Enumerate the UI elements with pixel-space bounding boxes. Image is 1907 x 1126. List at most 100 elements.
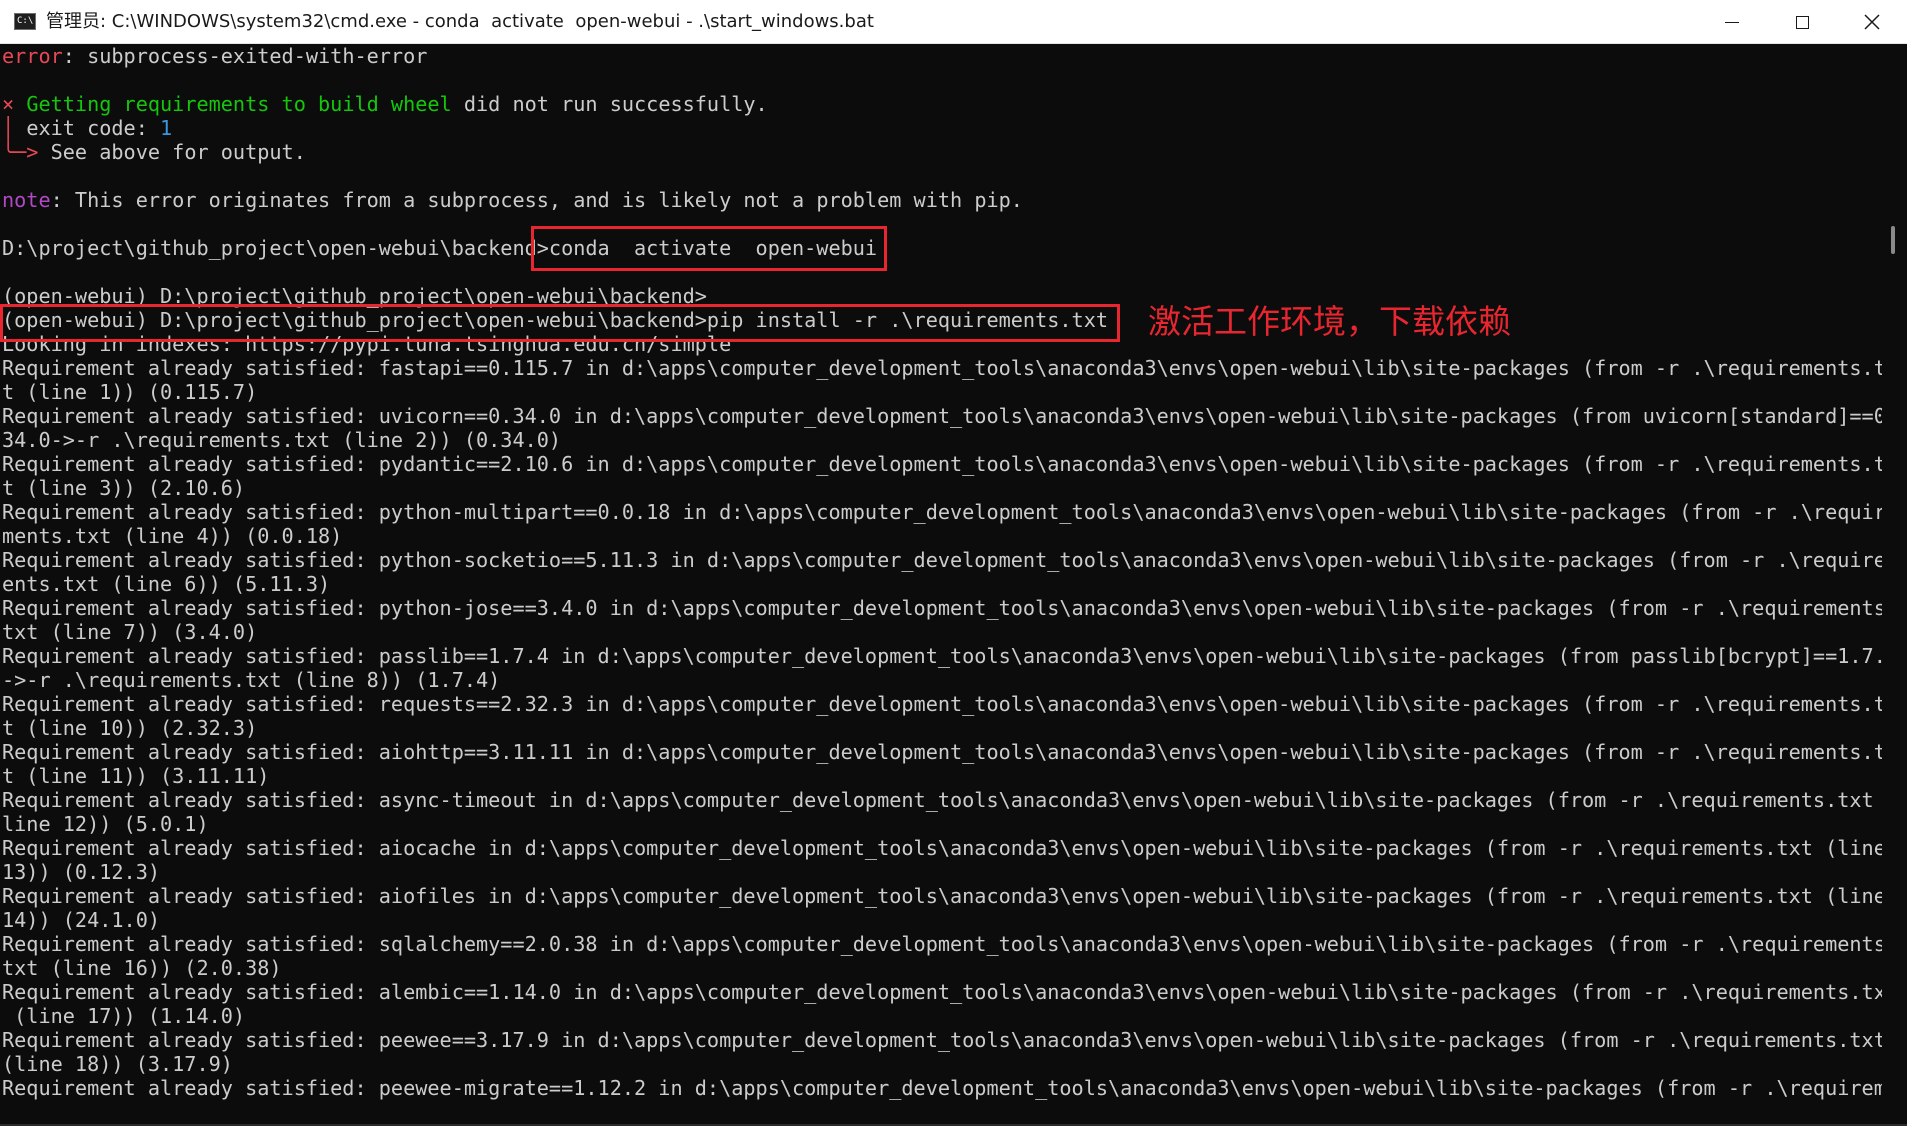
console-text: error: [2, 44, 63, 68]
console-text: Requirement already satisfied: pydantic=…: [2, 452, 1882, 476]
console-line: txt (line 7)) (3.4.0): [2, 620, 1882, 644]
console-line: 13)) (0.12.3): [2, 860, 1882, 884]
console-line: (line 17)) (1.14.0): [2, 1004, 1882, 1028]
cmd-icon[interactable]: C:\: [14, 13, 36, 30]
console-line: Requirement already satisfied: pydantic=…: [2, 452, 1882, 476]
console-line: note: This error originates from a subpr…: [2, 188, 1882, 212]
console-text: ×: [2, 92, 27, 116]
console-text: exit code:: [26, 116, 161, 140]
console-line: Requirement already satisfied: python-so…: [2, 548, 1882, 572]
console-text: Requirement already satisfied: aiocache …: [2, 836, 1882, 860]
console-text: ╰─>: [2, 140, 51, 164]
annotation-label: 激活工作环境，下载依赖: [1148, 302, 1511, 341]
console-line: │ exit code: 1: [2, 116, 1882, 140]
console-text: See above for output.: [50, 140, 306, 164]
minimize-button[interactable]: [1697, 0, 1767, 44]
console-text: : subprocess-exited-with-error: [62, 44, 428, 68]
console-text: : This error originates from a subproces…: [50, 188, 1023, 212]
console-line: line 12)) (5.0.1): [2, 812, 1882, 836]
console-text: Requirement already satisfied: peewee==3…: [2, 1028, 1882, 1052]
maximize-button[interactable]: [1767, 0, 1837, 44]
console-line: txt (line 16)) (2.0.38): [2, 956, 1882, 980]
console-line: ents.txt (line 6)) (5.11.3): [2, 572, 1882, 596]
console-text: Requirement already satisfied: async-tim…: [2, 788, 1882, 812]
console-text: txt (line 16)) (2.0.38): [2, 956, 282, 980]
console-line: Requirement already satisfied: uvicorn==…: [2, 404, 1882, 428]
console-text: t (line 3)) (2.10.6): [2, 476, 246, 500]
console-text: ments.txt (line 4)) (0.0.18): [2, 524, 343, 548]
console-text: (open-webui) D:\project\github_project\o…: [2, 284, 707, 308]
console-text: Getting requirements to build wheel: [26, 92, 452, 116]
minimize-icon: [1725, 21, 1739, 23]
console-text: 34.0->-r .\requirements.txt (line 2)) (0…: [2, 428, 562, 452]
console-line: (line 18)) (3.17.9): [2, 1052, 1882, 1076]
console-text: Requirement already satisfied: aiohttp==…: [2, 740, 1882, 764]
console-line: Requirement already satisfied: peewee==3…: [2, 1028, 1882, 1052]
console-line: 14)) (24.1.0): [2, 908, 1882, 932]
console-text: Requirement already satisfied: python-jo…: [2, 596, 1882, 620]
console-line: Requirement already satisfied: aiocache …: [2, 836, 1882, 860]
console-text: Requirement already satisfied: fastapi==…: [2, 356, 1882, 380]
console-text: Requirement already satisfied: python-so…: [2, 548, 1882, 572]
console-text: (open-webui) D:\project\github_project\o…: [2, 308, 1109, 332]
console-text: Requirement already satisfied: uvicorn==…: [2, 404, 1882, 428]
console-line: t (line 11)) (3.11.11): [2, 764, 1882, 788]
console-text: Requirement already satisfied: alembic==…: [2, 980, 1882, 1004]
console-line: × Getting requirements to build wheel di…: [2, 92, 1882, 116]
console-line: t (line 3)) (2.10.6): [2, 476, 1882, 500]
console-text: 1: [160, 116, 173, 140]
console-text: Requirement already satisfied: peewee-mi…: [2, 1076, 1882, 1100]
console-text: Requirement already satisfied: passlib==…: [2, 644, 1882, 668]
console-output[interactable]: error: subprocess-exited-with-error × Get…: [2, 44, 1882, 1126]
console-text: txt (line 7)) (3.4.0): [2, 620, 258, 644]
console-text: did not run successfully.: [451, 92, 768, 116]
vertical-scrollbar[interactable]: [1886, 44, 1907, 1126]
console-text: Looking in indexes: https://pypi.tuna.ts…: [2, 332, 732, 356]
console-line: Requirement already satisfied: python-jo…: [2, 596, 1882, 620]
console-text: │: [2, 116, 27, 140]
scrollbar-thumb[interactable]: [1891, 226, 1895, 254]
console-text: 14)) (24.1.0): [2, 908, 161, 932]
console-text: Requirement already satisfied: aiofiles …: [2, 884, 1882, 908]
console-line: Requirement already satisfied: passlib==…: [2, 644, 1882, 668]
console-line: (open-webui) D:\project\github_project\o…: [2, 284, 1882, 308]
console-line: ments.txt (line 4)) (0.0.18): [2, 524, 1882, 548]
console-line: Requirement already satisfied: aiohttp==…: [2, 740, 1882, 764]
console-text: Requirement already satisfied: sqlalchem…: [2, 932, 1882, 956]
cmd-window: C:\ 管理员: C:\WINDOWS\system32\cmd.exe - c…: [0, 0, 1907, 1126]
console-line: Requirement already satisfied: sqlalchem…: [2, 932, 1882, 956]
console-line: Requirement already satisfied: aiofiles …: [2, 884, 1882, 908]
console-line: (open-webui) D:\project\github_project\o…: [2, 308, 1882, 332]
console-line: Requirement already satisfied: peewee-mi…: [2, 1076, 1882, 1100]
console-line: Looking in indexes: https://pypi.tuna.ts…: [2, 332, 1882, 356]
console-text: D:\project\github_project\open-webui\bac…: [2, 236, 878, 260]
console-line: error: subprocess-exited-with-error: [2, 44, 1882, 68]
console-text: t (line 11)) (3.11.11): [2, 764, 270, 788]
console-line: Requirement already satisfied: async-tim…: [2, 788, 1882, 812]
console-line: Requirement already satisfied: python-mu…: [2, 500, 1882, 524]
console-line: D:\project\github_project\open-webui\bac…: [2, 236, 1882, 260]
console-text: (line 17)) (1.14.0): [2, 1004, 246, 1028]
console-text: ->-r .\requirements.txt (line 8)) (1.7.4…: [2, 668, 501, 692]
console-line: ->-r .\requirements.txt (line 8)) (1.7.4…: [2, 668, 1882, 692]
close-icon: [1864, 14, 1880, 30]
close-button[interactable]: [1837, 0, 1907, 44]
console-text: (line 18)) (3.17.9): [2, 1052, 233, 1076]
console-text: Requirement already satisfied: requests=…: [2, 692, 1882, 716]
console-text: note: [2, 188, 51, 212]
console-text: 13)) (0.12.3): [2, 860, 161, 884]
console-text: Requirement already satisfied: python-mu…: [2, 500, 1882, 524]
console-line: Requirement already satisfied: fastapi==…: [2, 356, 1882, 380]
console-line: Requirement already satisfied: alembic==…: [2, 980, 1882, 1004]
console-line: Requirement already satisfied: requests=…: [2, 692, 1882, 716]
console-line: 34.0->-r .\requirements.txt (line 2)) (0…: [2, 428, 1882, 452]
console-text: ents.txt (line 6)) (5.11.3): [2, 572, 331, 596]
title-bar[interactable]: C:\ 管理员: C:\WINDOWS\system32\cmd.exe - c…: [0, 0, 1907, 44]
window-title: 管理员: C:\WINDOWS\system32\cmd.exe - conda…: [46, 11, 874, 32]
maximize-icon: [1795, 15, 1809, 29]
console-line: t (line 10)) (2.32.3): [2, 716, 1882, 740]
